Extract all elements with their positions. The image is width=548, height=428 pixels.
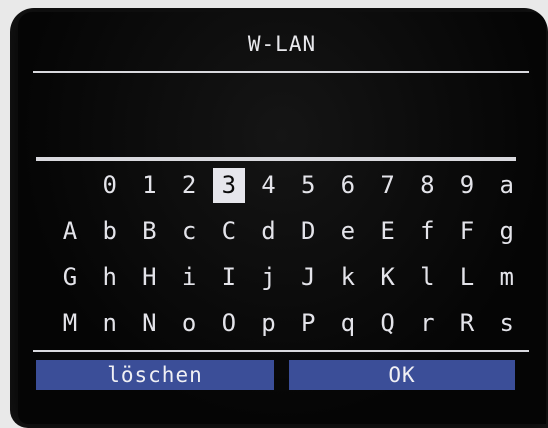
key-F[interactable]: F (451, 214, 483, 249)
key-A[interactable]: A (54, 214, 86, 249)
key-o[interactable]: o (173, 306, 205, 341)
key-J[interactable]: J (292, 260, 324, 295)
key-P[interactable]: P (292, 306, 324, 341)
delete-button[interactable]: löschen (36, 360, 274, 390)
key-C[interactable]: C (213, 214, 245, 249)
key-c[interactable]: c (173, 214, 205, 249)
key-1[interactable]: 1 (133, 168, 165, 203)
key-B[interactable]: B (133, 214, 165, 249)
key-s[interactable]: s (491, 306, 523, 341)
keyboard-row: AbBcCdDeEfFg (54, 214, 536, 249)
key-i[interactable]: i (173, 260, 205, 295)
key-O[interactable]: O (213, 306, 245, 341)
key-6[interactable]: 6 (332, 168, 364, 203)
key-m[interactable]: m (491, 260, 523, 295)
key-L[interactable]: L (451, 260, 483, 295)
character-keyboard: 0123456789a AbBcCdDeEfFg GhHiIjJkKlLm MnNoO… (54, 168, 536, 352)
input-line (36, 157, 516, 161)
key-I[interactable]: I (213, 260, 245, 295)
key-D[interactable]: D (292, 214, 324, 249)
keyboard-divider (33, 350, 529, 352)
key-g[interactable]: g (491, 214, 523, 249)
key-Q[interactable]: Q (372, 306, 404, 341)
key-G[interactable]: G (54, 260, 86, 295)
key-2[interactable]: 2 (173, 168, 205, 203)
keyboard-row: 0123456789a (54, 168, 536, 203)
key-N[interactable]: N (133, 306, 165, 341)
key-E[interactable]: E (372, 214, 404, 249)
key-h[interactable]: h (94, 260, 126, 295)
key-r[interactable]: r (411, 306, 443, 341)
key-p[interactable]: p (253, 306, 285, 341)
title-divider (33, 71, 529, 73)
key-R[interactable]: R (451, 306, 483, 341)
key-H[interactable]: H (133, 260, 165, 295)
key-l[interactable]: l (411, 260, 443, 295)
key-M[interactable]: M (54, 306, 86, 341)
key-a[interactable]: a (491, 168, 523, 203)
key-3[interactable]: 3 (212, 168, 245, 203)
screen-title: W-LAN (247, 32, 317, 56)
key-4[interactable]: 4 (253, 168, 285, 203)
key-f[interactable]: f (411, 214, 443, 249)
key-7[interactable]: 7 (372, 168, 404, 203)
key-8[interactable]: 8 (411, 168, 443, 203)
key-K[interactable]: K (372, 260, 404, 295)
ok-button[interactable]: OK (289, 360, 515, 390)
key-d[interactable]: d (253, 214, 285, 249)
key-e[interactable]: e (332, 214, 364, 249)
key-0[interactable]: 0 (94, 168, 126, 203)
key-n[interactable]: n (94, 306, 126, 341)
key-k[interactable]: k (332, 260, 364, 295)
key-9[interactable]: 9 (451, 168, 483, 203)
key-q[interactable]: q (332, 306, 364, 341)
keyboard-row: GhHiIjJkKlLm (54, 260, 536, 295)
keyboard-row: MnNoOpPqQrRs (54, 306, 536, 341)
key-j[interactable]: j (253, 260, 285, 295)
key-b[interactable]: b (94, 214, 126, 249)
display-screen: W-LAN 0123456789a AbBcCdDeEfFg GhHiIjJkKlL… (18, 12, 546, 424)
key-5[interactable]: 5 (292, 168, 324, 203)
